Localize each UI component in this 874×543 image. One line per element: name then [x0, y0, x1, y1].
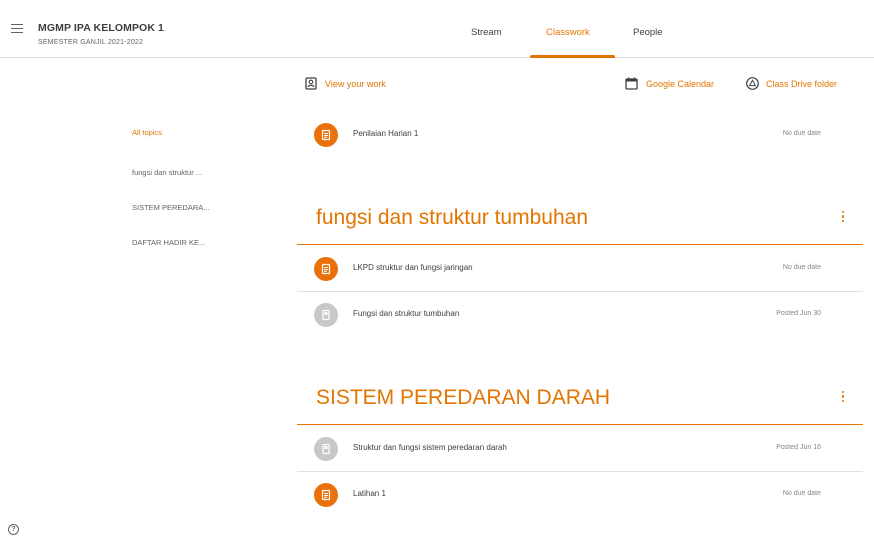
- view-work-icon: [305, 77, 317, 90]
- item-due: No due date: [782, 264, 821, 271]
- tab-people[interactable]: People: [633, 27, 663, 38]
- material-icon: [314, 437, 338, 461]
- classwork-item[interactable]: Latihan 1 No due date: [297, 472, 863, 518]
- topic-divider: [297, 244, 863, 245]
- assignment-icon: [314, 483, 338, 507]
- main-menu-icon[interactable]: [11, 24, 23, 34]
- class-title[interactable]: MGMP IPA KELOMPOK 1: [38, 22, 164, 34]
- top-bar: MGMP IPA KELOMPOK 1 SEMESTER GANJIL 2021…: [0, 0, 874, 58]
- class-drive-folder-button[interactable]: Class Drive folder: [746, 77, 837, 90]
- classwork-item[interactable]: Struktur dan fungsi sistem peredaran dar…: [297, 426, 863, 472]
- assignment-icon: [314, 257, 338, 281]
- calendar-icon: [625, 77, 638, 90]
- item-due: No due date: [782, 490, 821, 497]
- item-title: Latihan 1: [353, 489, 386, 498]
- item-title: LKPD struktur dan fungsi jaringan: [353, 263, 473, 272]
- view-your-work-label: View your work: [325, 78, 386, 89]
- tab-stream[interactable]: Stream: [471, 27, 502, 38]
- active-tab-indicator: [530, 55, 615, 58]
- item-posted: Posted Jun 30: [776, 310, 821, 317]
- tab-classwork[interactable]: Classwork: [546, 27, 590, 38]
- topic-nav-daftar-hadir[interactable]: DAFTAR HADIR KE...: [132, 238, 205, 247]
- google-calendar-button[interactable]: Google Calendar: [625, 77, 714, 90]
- topic-nav-fungsi-dan-struktur[interactable]: fungsi dan struktur ...: [132, 168, 202, 177]
- classwork-item[interactable]: Penilaian Harian 1 No due date: [297, 112, 863, 158]
- item-due: No due date: [782, 130, 821, 137]
- drive-icon: [746, 77, 759, 90]
- item-title: Fungsi dan struktur tumbuhan: [353, 309, 460, 318]
- topic-options-icon[interactable]: [840, 211, 846, 225]
- topic-divider: [297, 424, 863, 425]
- classwork-item[interactable]: Fungsi dan struktur tumbuhan Posted Jun …: [297, 292, 863, 338]
- topic-heading-fungsi-dan-struktur: fungsi dan struktur tumbuhan: [316, 206, 588, 229]
- topic-options-icon[interactable]: [840, 391, 846, 405]
- classwork-item[interactable]: LKPD struktur dan fungsi jaringan No due…: [297, 246, 863, 292]
- google-calendar-label: Google Calendar: [646, 78, 715, 89]
- class-semester: SEMESTER GANJIL 2021-2022: [38, 39, 144, 46]
- assignment-icon: [314, 123, 338, 147]
- material-icon: [314, 303, 338, 327]
- item-title: Struktur dan fungsi sistem peredaran dar…: [353, 443, 507, 452]
- topic-nav-all-topics[interactable]: All topics: [132, 128, 162, 137]
- class-drive-folder-label: Class Drive folder: [766, 78, 838, 89]
- view-your-work-button[interactable]: View your work: [305, 77, 386, 90]
- help-icon[interactable]: ?: [8, 524, 19, 535]
- topic-heading-sistem-peredaran-darah: SISTEM PEREDARAN DARAH: [316, 386, 611, 409]
- item-posted: Posted Jun 16: [776, 444, 821, 451]
- topic-nav-sistem-peredaran[interactable]: SISTEM PEREDARA...: [132, 203, 210, 212]
- item-title: Penilaian Harian 1: [353, 129, 419, 138]
